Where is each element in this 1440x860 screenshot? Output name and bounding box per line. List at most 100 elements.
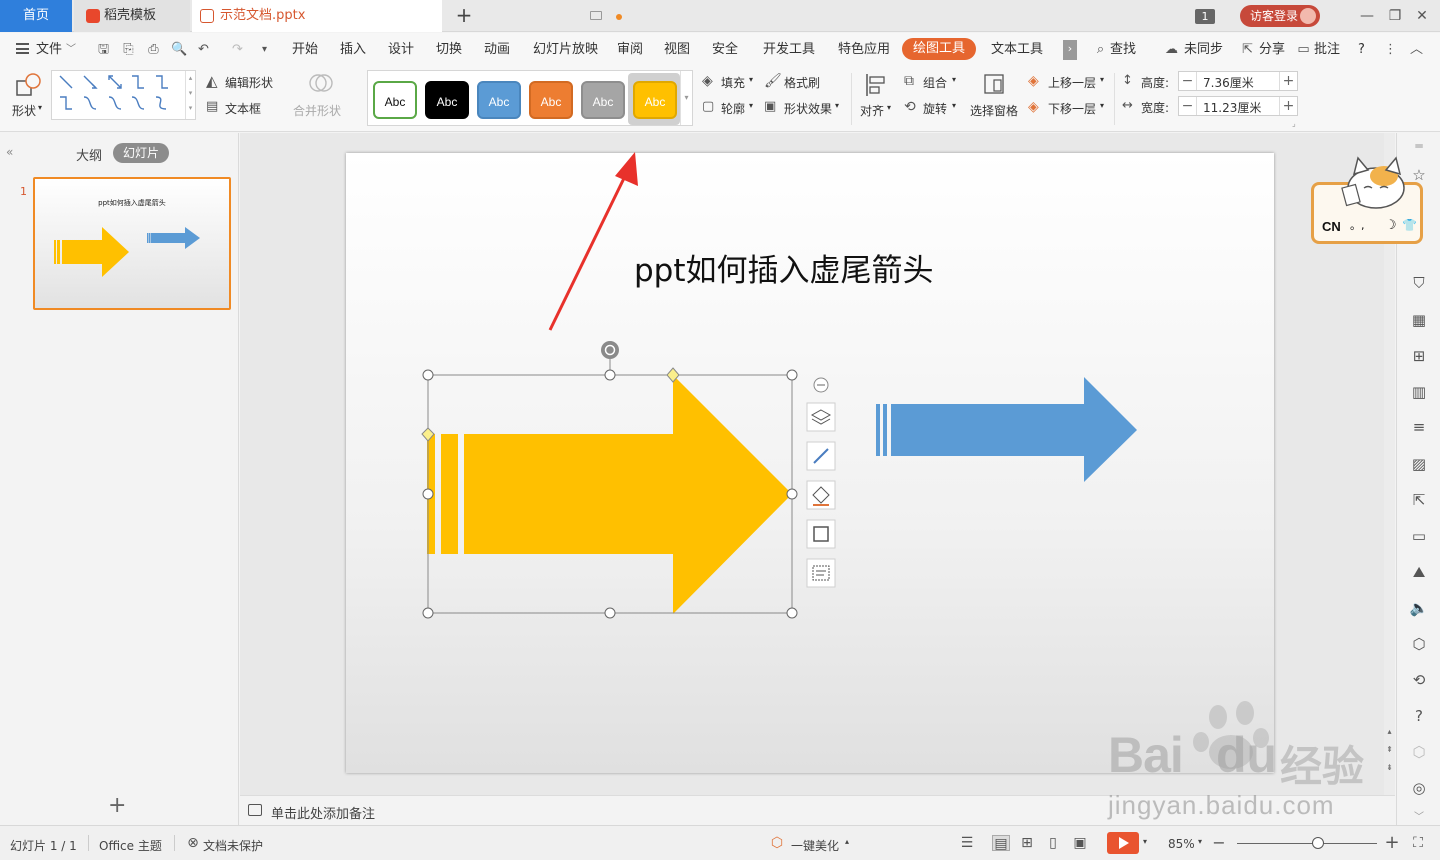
table-icon[interactable]: ▦ bbox=[1409, 310, 1429, 330]
style-swatch-blue[interactable]: Abc bbox=[477, 81, 521, 119]
chevron-down-icon[interactable]: ▾ bbox=[1143, 837, 1147, 846]
chevron-down-icon[interactable]: ▾ bbox=[835, 101, 839, 110]
chevron-down-icon[interactable]: ▾ bbox=[749, 101, 753, 110]
yellow-striped-arrow[interactable] bbox=[427, 375, 792, 614]
align-button[interactable]: 对齐 bbox=[860, 102, 884, 119]
chevron-down-icon[interactable]: ﹀ bbox=[66, 41, 76, 59]
height-decrement[interactable]: − bbox=[1179, 72, 1197, 90]
sidebar-handle-icon[interactable]: ═ bbox=[1409, 136, 1429, 156]
menu-file[interactable]: 文件 bbox=[36, 41, 62, 59]
menu-transition[interactable]: 切换 bbox=[436, 41, 462, 59]
style-swatch-black[interactable]: Abc bbox=[425, 81, 469, 119]
history-icon[interactable]: ⟲ bbox=[1409, 670, 1429, 690]
rotate-button[interactable]: 旋转 bbox=[923, 100, 947, 117]
menu-text-tools[interactable]: 文本工具 bbox=[991, 41, 1043, 59]
normal-view-icon[interactable]: ▤ bbox=[992, 835, 1010, 852]
share-icon[interactable]: ⇱ bbox=[1409, 490, 1429, 510]
width-value[interactable]: 11.23厘米 bbox=[1203, 99, 1261, 116]
picture-icon[interactable]: ▨ bbox=[1409, 454, 1429, 474]
chevron-down-icon[interactable]: ▾ bbox=[952, 75, 956, 84]
menu-review[interactable]: 审阅 bbox=[617, 41, 643, 59]
height-value[interactable]: 7.36厘米 bbox=[1203, 74, 1254, 91]
shape-icon[interactable] bbox=[14, 72, 44, 98]
presenter-view-icon[interactable]: ▣ bbox=[1071, 835, 1089, 851]
zoom-in-icon[interactable]: + bbox=[1383, 834, 1401, 852]
zoom-out-icon[interactable]: − bbox=[1210, 835, 1228, 851]
style-swatch-white[interactable]: Abc bbox=[373, 81, 417, 119]
menu-icon[interactable] bbox=[16, 43, 29, 54]
resize-handle-top-left[interactable] bbox=[422, 369, 434, 381]
badge-icon[interactable]: ◎ bbox=[1409, 778, 1429, 798]
reading-view-icon[interactable]: ▯ bbox=[1044, 835, 1062, 851]
zoom-slider[interactable] bbox=[1237, 843, 1377, 844]
tab-home[interactable]: 首页 bbox=[0, 0, 72, 32]
rotate-handle-icon[interactable] bbox=[601, 341, 619, 359]
resize-handle-bottom-right[interactable] bbox=[786, 607, 798, 619]
customize-qa-icon[interactable]: ▾ bbox=[257, 42, 272, 57]
archive-icon[interactable]: ▭ bbox=[1409, 526, 1429, 546]
cube-icon[interactable]: ⬡ bbox=[1409, 742, 1429, 762]
merge-shape-button[interactable]: 合并形状 bbox=[293, 102, 341, 119]
line-shapes-icon[interactable] bbox=[52, 71, 182, 119]
menu-security[interactable]: 安全 bbox=[712, 41, 738, 59]
width-stepper[interactable]: − 11.23厘米 + bbox=[1178, 96, 1298, 116]
restore-icon[interactable]: ❐ bbox=[1385, 6, 1405, 26]
width-decrement[interactable]: − bbox=[1179, 97, 1197, 115]
chevron-down-icon[interactable]: ▾ bbox=[1100, 101, 1104, 110]
chevron-down-icon[interactable]: ▾ bbox=[887, 103, 891, 112]
ime-language-label[interactable]: CN bbox=[1322, 219, 1341, 234]
style-gallery-more-icon[interactable]: ▾ bbox=[680, 71, 692, 125]
style-swatch-gray[interactable]: Abc bbox=[581, 81, 625, 119]
size-dialog-launcher-icon[interactable]: ⌟ bbox=[1292, 119, 1296, 128]
redo-icon[interactable]: ↷ bbox=[230, 42, 245, 57]
theme-name[interactable]: Office 主题 bbox=[99, 837, 162, 854]
more-tabs-icon[interactable]: › bbox=[1063, 40, 1077, 60]
menu-insert[interactable]: 插入 bbox=[340, 41, 366, 59]
blue-striped-arrow[interactable] bbox=[876, 377, 1137, 482]
shape-button[interactable]: 形状 bbox=[12, 102, 36, 119]
more-options-icon[interactable]: ⋮ bbox=[1383, 42, 1398, 57]
new-tab-button[interactable]: + bbox=[452, 4, 476, 28]
shield-icon[interactable]: ⬡ bbox=[1409, 634, 1429, 654]
outline-button[interactable]: 轮廓 bbox=[721, 100, 745, 117]
scroll-up-icon[interactable]: ▴ bbox=[1384, 727, 1395, 736]
collapse-panel-icon[interactable]: « bbox=[6, 145, 13, 159]
help-circle-icon[interactable]: ? bbox=[1409, 706, 1429, 726]
text-box-button[interactable]: 文本框 bbox=[225, 100, 261, 117]
brush-icon[interactable] bbox=[806, 441, 836, 471]
share-button[interactable]: 分享 bbox=[1259, 41, 1285, 59]
fill-button[interactable]: 填充 bbox=[721, 74, 745, 91]
audio-icon[interactable]: 🔈 bbox=[1409, 598, 1429, 618]
chevron-down-icon[interactable]: ▾ bbox=[749, 75, 753, 84]
style-swatch-orange[interactable]: Abc bbox=[529, 81, 573, 119]
chevron-down-icon[interactable]: ▾ bbox=[1100, 75, 1104, 84]
line-shape-gallery[interactable]: ▴ ▾ ▾ bbox=[51, 70, 196, 120]
height-stepper[interactable]: − 7.36厘米 + bbox=[1178, 71, 1298, 91]
shape-fill-icon[interactable]: ⛉ bbox=[1409, 273, 1429, 293]
zoom-slider-thumb[interactable] bbox=[1312, 837, 1325, 849]
slide-sorter-icon[interactable]: ⊞ bbox=[1018, 835, 1036, 851]
prev-slide-icon[interactable]: ⇞ bbox=[1384, 745, 1395, 754]
resize-handle-bottom[interactable] bbox=[604, 607, 616, 619]
document-protection[interactable]: 文档未保护 bbox=[203, 837, 263, 854]
menu-slideshow[interactable]: 幻灯片放映 bbox=[533, 41, 598, 59]
menu-view[interactable]: 视图 bbox=[664, 41, 690, 59]
bring-forward-button[interactable]: 上移一层 bbox=[1048, 74, 1096, 91]
skin-icon[interactable]: 👕 bbox=[1402, 218, 1417, 232]
notes-placeholder[interactable]: 单击此处添加备注 bbox=[271, 803, 375, 822]
text-wrap-icon[interactable] bbox=[806, 558, 836, 588]
chevron-up-icon[interactable]: ▴ bbox=[845, 837, 849, 846]
shape-effects-button[interactable]: 形状效果 bbox=[784, 100, 832, 117]
layers-icon[interactable] bbox=[806, 402, 836, 432]
print-icon[interactable]: ⎙ bbox=[146, 42, 161, 57]
beautify-button[interactable]: 一键美化 bbox=[791, 837, 839, 854]
ime-punctuation[interactable]: 。, bbox=[1350, 217, 1365, 233]
fit-window-icon[interactable]: ⛶ bbox=[1409, 835, 1427, 851]
export-icon[interactable]: ⎘ bbox=[121, 42, 136, 57]
minimize-icon[interactable]: — bbox=[1357, 6, 1377, 26]
search-icon[interactable]: ⌕ bbox=[1093, 42, 1108, 57]
slide-thumbnail[interactable]: ppt如何插入虚尾箭头 bbox=[33, 177, 231, 310]
zoom-level[interactable]: 85% bbox=[1168, 837, 1195, 851]
menu-features[interactable]: 特色应用 bbox=[838, 41, 890, 59]
resize-handle-top-right[interactable] bbox=[786, 369, 798, 381]
